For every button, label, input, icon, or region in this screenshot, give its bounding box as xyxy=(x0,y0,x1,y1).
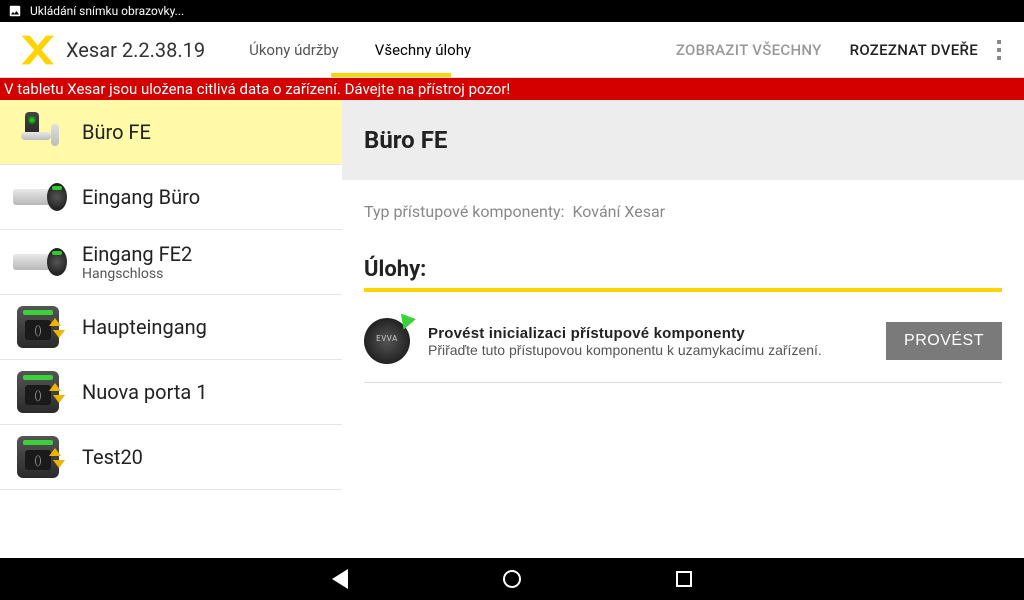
tasks-heading: Úlohy: xyxy=(364,257,1002,292)
door-item-subtitle: Hangschloss xyxy=(82,266,192,282)
android-status-bar: Ukládání snímku obrazovky... xyxy=(0,0,1024,22)
wall-reader-icon xyxy=(12,306,64,348)
door-item-title: Test20 xyxy=(82,445,143,469)
overflow-menu-icon[interactable] xyxy=(992,40,1024,60)
component-type-row: Typ přístupové komponenty: Kování Xesar xyxy=(364,202,1002,221)
nav-home-button[interactable] xyxy=(501,568,523,590)
wall-reader-icon xyxy=(12,436,64,478)
content-area: Büro FE Eingang Büro Eingang FE2 Hangsch… xyxy=(0,100,1024,558)
app-logo xyxy=(16,30,56,70)
door-item-haupteingang[interactable]: Haupteingang xyxy=(0,295,342,360)
action-bar: Xesar 2.2.38.19 Úkony údržby Všechny úlo… xyxy=(0,22,1024,78)
door-item-title: Haupteingang xyxy=(82,315,207,339)
android-nav-bar xyxy=(0,558,1024,600)
door-item-nuova-porta-1[interactable]: Nuova porta 1 xyxy=(0,360,342,425)
detail-pane: Büro FE Typ přístupové komponenty: Kován… xyxy=(342,100,1024,558)
door-item-title: Eingang FE2 xyxy=(82,242,192,266)
task-title: Provést inicializaci přístupové komponen… xyxy=(428,325,868,342)
door-handle-icon xyxy=(12,111,64,153)
component-type-value: Kování Xesar xyxy=(572,202,665,221)
component-type-label: Typ přístupové komponenty: xyxy=(364,202,565,221)
warning-banner: V tabletu Xesar jsou uložena citlivá dat… xyxy=(0,78,1024,100)
task-row: EVVA Provést inicializaci přístupové kom… xyxy=(364,312,1002,383)
show-all-button[interactable]: ZOBRAZIT VŠECHNY xyxy=(662,41,836,59)
task-subtitle: Přiřaďte tuto přístupovou komponentu k u… xyxy=(428,342,868,358)
execute-button[interactable]: PROVÉST xyxy=(886,322,1002,360)
tab-all-tasks[interactable]: Všechny úlohy xyxy=(357,22,489,78)
nav-recent-button[interactable] xyxy=(673,568,695,590)
wall-reader-icon xyxy=(12,371,64,413)
tab-maintenance[interactable]: Úkony údržby xyxy=(231,22,357,78)
door-item-eingang-buro[interactable]: Eingang Büro xyxy=(0,165,342,230)
detail-title: Büro FE xyxy=(364,126,1002,154)
cylinder-lock-icon xyxy=(12,176,64,218)
door-item-title: Eingang Büro xyxy=(82,185,200,209)
image-icon xyxy=(8,4,22,18)
task-init-icon: EVVA xyxy=(364,318,410,364)
door-item-test20[interactable]: Test20 xyxy=(0,425,342,490)
door-item-title: Büro FE xyxy=(82,120,151,144)
door-item-eingang-fe2[interactable]: Eingang FE2 Hangschloss xyxy=(0,230,342,295)
door-item-title: Nuova porta 1 xyxy=(82,380,207,404)
detail-header: Büro FE xyxy=(342,100,1024,180)
status-text: Ukládání snímku obrazovky... xyxy=(30,4,184,18)
recognize-doors-button[interactable]: ROZEZNAT DVEŘE xyxy=(836,41,992,59)
door-list: Büro FE Eingang Büro Eingang FE2 Hangsch… xyxy=(0,100,342,558)
door-item-buro-fe[interactable]: Büro FE xyxy=(0,100,342,165)
app-title: Xesar 2.2.38.19 xyxy=(66,38,205,62)
cylinder-lock-icon xyxy=(12,241,64,283)
nav-back-button[interactable] xyxy=(329,568,351,590)
